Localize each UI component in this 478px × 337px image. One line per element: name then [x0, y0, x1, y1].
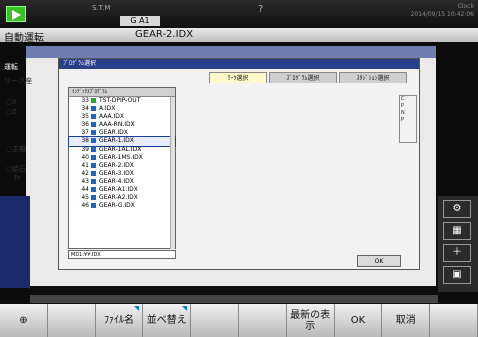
status-strip: [30, 295, 438, 303]
list-item[interactable]: 41 GEAR-2.IDX: [69, 162, 175, 170]
softkey-bar: ⊕ ﾌｧｲﾙ名 並べ替え 最新の表示 OK 取消: [0, 304, 478, 337]
side-icon-panel: ⚙ ▦ ＋ ▣: [438, 196, 478, 292]
auto-run-icon: [6, 6, 26, 22]
list-item-selected[interactable]: 38 GEAR-1.IDX: [68, 136, 176, 147]
softkey-blank-1[interactable]: [47, 304, 96, 337]
path-field[interactable]: MD1:¥¥.IDX: [68, 250, 176, 259]
tab-station-select[interactable]: ｽﾀｼﾞｼｮﾝ選択: [339, 72, 407, 83]
axis-z: ○Z: [6, 108, 17, 116]
dialog-title: ﾌﾟﾛｸﾞﾗﾑ選択: [59, 59, 419, 69]
list-item[interactable]: 46 GEAR-G.IDX: [69, 202, 175, 210]
magazine-icon[interactable]: ▦: [443, 222, 471, 240]
file-icon: [91, 154, 96, 160]
mode-label: 自動運転: [4, 33, 44, 44]
list-item[interactable]: 36 AAA-RN.IDX: [69, 121, 175, 129]
file-icon: [91, 114, 96, 120]
file-icon: [91, 162, 96, 168]
list-item[interactable]: 35 AAA.IDX: [69, 113, 175, 121]
list-item[interactable]: 45 GEAR-A2.IDX: [69, 194, 175, 202]
file-icon: [91, 203, 96, 209]
dialog-ok-button[interactable]: OK: [357, 255, 401, 267]
file-icon: [91, 138, 96, 144]
file-icon: [91, 187, 96, 193]
g-a-indicator: G A1: [120, 16, 160, 26]
file-list-rows: 33 TST-DPIP-OUT 34 A.IDX 35 AAA.IDX 36 AAA-R…: [68, 97, 176, 210]
file-list-scrollbar[interactable]: [170, 97, 175, 249]
tab-work-select[interactable]: ﾜｰｸ選択: [209, 72, 267, 83]
info-box: C P N P: [399, 95, 417, 143]
softkey-blank-4[interactable]: [430, 304, 478, 337]
tool-icon[interactable]: ⚙: [443, 200, 471, 218]
tab-program-select[interactable]: ｽﾞﾛｸﾞﾗﾑ選択: [269, 72, 337, 83]
file-icon: [91, 106, 96, 112]
plus-icon[interactable]: ＋: [443, 244, 471, 262]
list-item[interactable]: 42 GEAR-3.IDX: [69, 170, 175, 178]
work-label: ワーク座: [4, 77, 32, 85]
list-item[interactable]: 34 A.IDX: [69, 105, 175, 113]
file-list-header: ｲﾝﾃﾞｯｸｽﾌﾟﾛｸﾞﾗﾑ: [69, 88, 175, 97]
file-icon: [91, 178, 96, 184]
file-icon: [91, 170, 96, 176]
file-icon: [91, 195, 96, 201]
file-list: ｲﾝﾃﾞｯｸｽﾌﾟﾛｸﾞﾗﾑ 33 TST-DPIP-OUT 34 A.IDX 35…: [68, 87, 176, 249]
softkey-refresh[interactable]: 最新の表示: [286, 304, 335, 337]
list-item[interactable]: 40 GEAR-1MS.IDX: [69, 154, 175, 162]
program-name: GEAR-2.IDX: [135, 29, 194, 40]
softkey-blank-3[interactable]: [238, 304, 287, 337]
axis-x: ○X: [6, 98, 17, 106]
clock: Clock 2014/09/15 10:42:06: [411, 3, 474, 19]
datetime: 2014/09/15 10:42:06: [410, 11, 474, 18]
list-item[interactable]: 43 GEAR-4.IDX: [69, 178, 175, 186]
run-title: 運転: [4, 63, 18, 71]
list-item[interactable]: 33 TST-DPIP-OUT: [69, 97, 175, 105]
stm-label: S.T.M: [92, 4, 111, 12]
list-item[interactable]: 44 GEAR-A1.IDX: [69, 186, 175, 194]
fr-label: Fr: [14, 174, 21, 182]
feed-label: ○給石: [6, 165, 27, 173]
top-status-bar: S.T.M G A1 ? Clock 2014/09/15 10:42:06: [0, 0, 478, 28]
window-icon[interactable]: ▣: [443, 266, 471, 284]
list-item[interactable]: 37 GEAR.IDX: [69, 129, 175, 137]
clock-label: Clock: [457, 3, 474, 10]
softkey-ok[interactable]: OK: [334, 304, 383, 337]
help-icon[interactable]: ?: [258, 4, 263, 15]
list-item[interactable]: 39 GEAR-1AL.IDX: [69, 146, 175, 154]
header-bar: 自動運転 GEAR-2.IDX: [0, 28, 478, 44]
program-select-dialog: ﾌﾟﾛｸﾞﾗﾑ選択 ﾜｰｸ選択 ｽﾞﾛｸﾞﾗﾑ選択 ｽﾀｼﾞｼｮﾝ選択 ｲﾝﾃﾞ…: [58, 58, 420, 270]
softkey-blank-2[interactable]: [191, 304, 239, 337]
file-icon: [91, 122, 96, 128]
softkey-filename[interactable]: ﾌｧｲﾙ名: [95, 304, 144, 337]
folder-icon: [91, 98, 96, 103]
file-icon: [91, 146, 96, 152]
softkey-sort[interactable]: 並べ替え: [143, 304, 192, 337]
softkey-return[interactable]: ⊕: [0, 304, 48, 337]
spindle-label: ○主軸: [6, 145, 27, 153]
softkey-cancel[interactable]: 取消: [382, 304, 431, 337]
file-icon: [91, 130, 96, 136]
offset-panel: [0, 196, 30, 288]
